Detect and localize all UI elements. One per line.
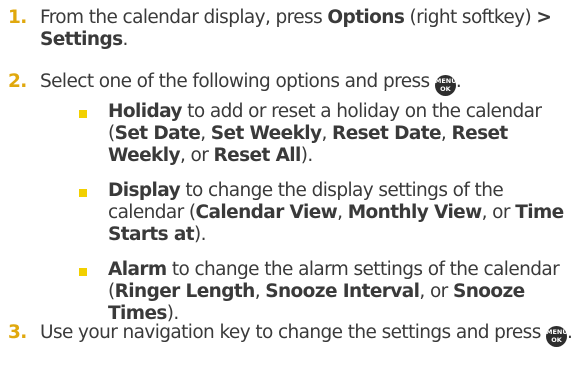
step-number: 3. [8, 322, 27, 343]
option-display: Display to change the display settings o… [108, 180, 564, 246]
menu-ok-key-icon: MENU OK [546, 326, 568, 347]
step-text: From the calendar display, press Options… [40, 7, 552, 51]
square-bullet-icon [79, 110, 87, 118]
menu-ok-key-icon: MENU OK [434, 75, 457, 96]
instructions-document: 1. From the calendar display, press Opti… [0, 0, 579, 386]
step-text: Use your navigation key to change the se… [40, 322, 577, 347]
square-bullet-icon [79, 189, 87, 197]
option-alarm: Alarm to change the alarm settings of th… [108, 259, 560, 325]
options-term: Options [327, 7, 405, 28]
option-holiday: Holiday to add or reset a holiday on the… [108, 101, 542, 167]
square-bullet-icon [79, 268, 87, 276]
settings-term: Settings [40, 29, 123, 51]
step-number: 2. [8, 71, 27, 92]
menu-path-arrow: > [536, 7, 552, 28]
step-number: 1. [8, 7, 27, 28]
step-text: Select one of the following options and … [40, 71, 577, 96]
